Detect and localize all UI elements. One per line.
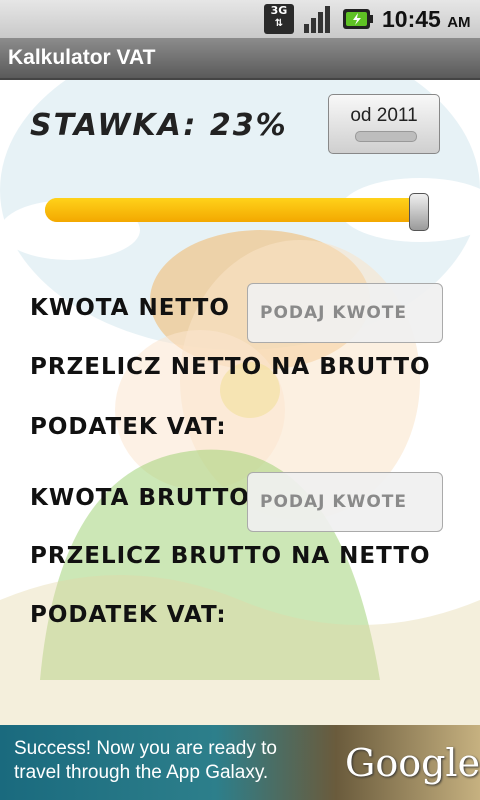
network-type: 3G [270, 4, 288, 17]
brutto-input-placeholder: PODAJ KWOTE [260, 492, 408, 512]
app-title: Kalkulator VAT [8, 46, 156, 69]
slider-fill [45, 198, 419, 222]
background-illustration [0, 80, 480, 725]
rate-toggle-label: od 2011 [350, 105, 418, 126]
network-3g-icon: 3G ⇅ [264, 4, 294, 34]
ad-text: Success! Now you are ready to travel thr… [14, 737, 314, 785]
netto-amount-input[interactable]: PODAJ KWOTE [247, 283, 443, 343]
rate-toggle-button[interactable]: od 2011 [328, 94, 440, 154]
battery-icon [343, 9, 373, 29]
slider-thumb[interactable] [409, 193, 429, 231]
clock-ampm: AM [447, 14, 471, 31]
ad-line-2: travel through the App Galaxy. [14, 762, 269, 783]
status-bar: 3G ⇅ 10:45 AM [0, 0, 480, 38]
brutto-amount-input[interactable]: PODAJ KWOTE [247, 472, 443, 532]
convert-netto-to-brutto-button[interactable]: PRZELICZ NETTO NA BRUTTO [30, 354, 431, 380]
ad-line-1: Success! Now you are ready to [14, 738, 277, 759]
convert-brutto-to-netto-button[interactable]: PRZELICZ BRUTTO NA NETTO [30, 543, 431, 569]
netto-vat-label: PODATEK VAT: [30, 414, 227, 440]
vat-rate-label: STAWKA: 23% [30, 108, 288, 143]
clock: 10:45 AM [382, 6, 471, 33]
brutto-amount-label: KWOTA BRUTTO [30, 485, 250, 511]
clock-time: 10:45 [382, 6, 441, 32]
app-title-bar: Kalkulator VAT [0, 38, 480, 80]
ad-brand-logo: Google [345, 741, 480, 785]
signal-strength-icon [304, 6, 330, 33]
brutto-vat-label: PODATEK VAT: [30, 602, 227, 628]
netto-amount-label: KWOTA NETTO [30, 295, 230, 321]
toggle-indicator [355, 131, 417, 142]
ad-banner[interactable]: Success! Now you are ready to travel thr… [0, 725, 480, 800]
netto-input-placeholder: PODAJ KWOTE [260, 303, 408, 323]
vat-rate-slider[interactable] [45, 193, 435, 231]
